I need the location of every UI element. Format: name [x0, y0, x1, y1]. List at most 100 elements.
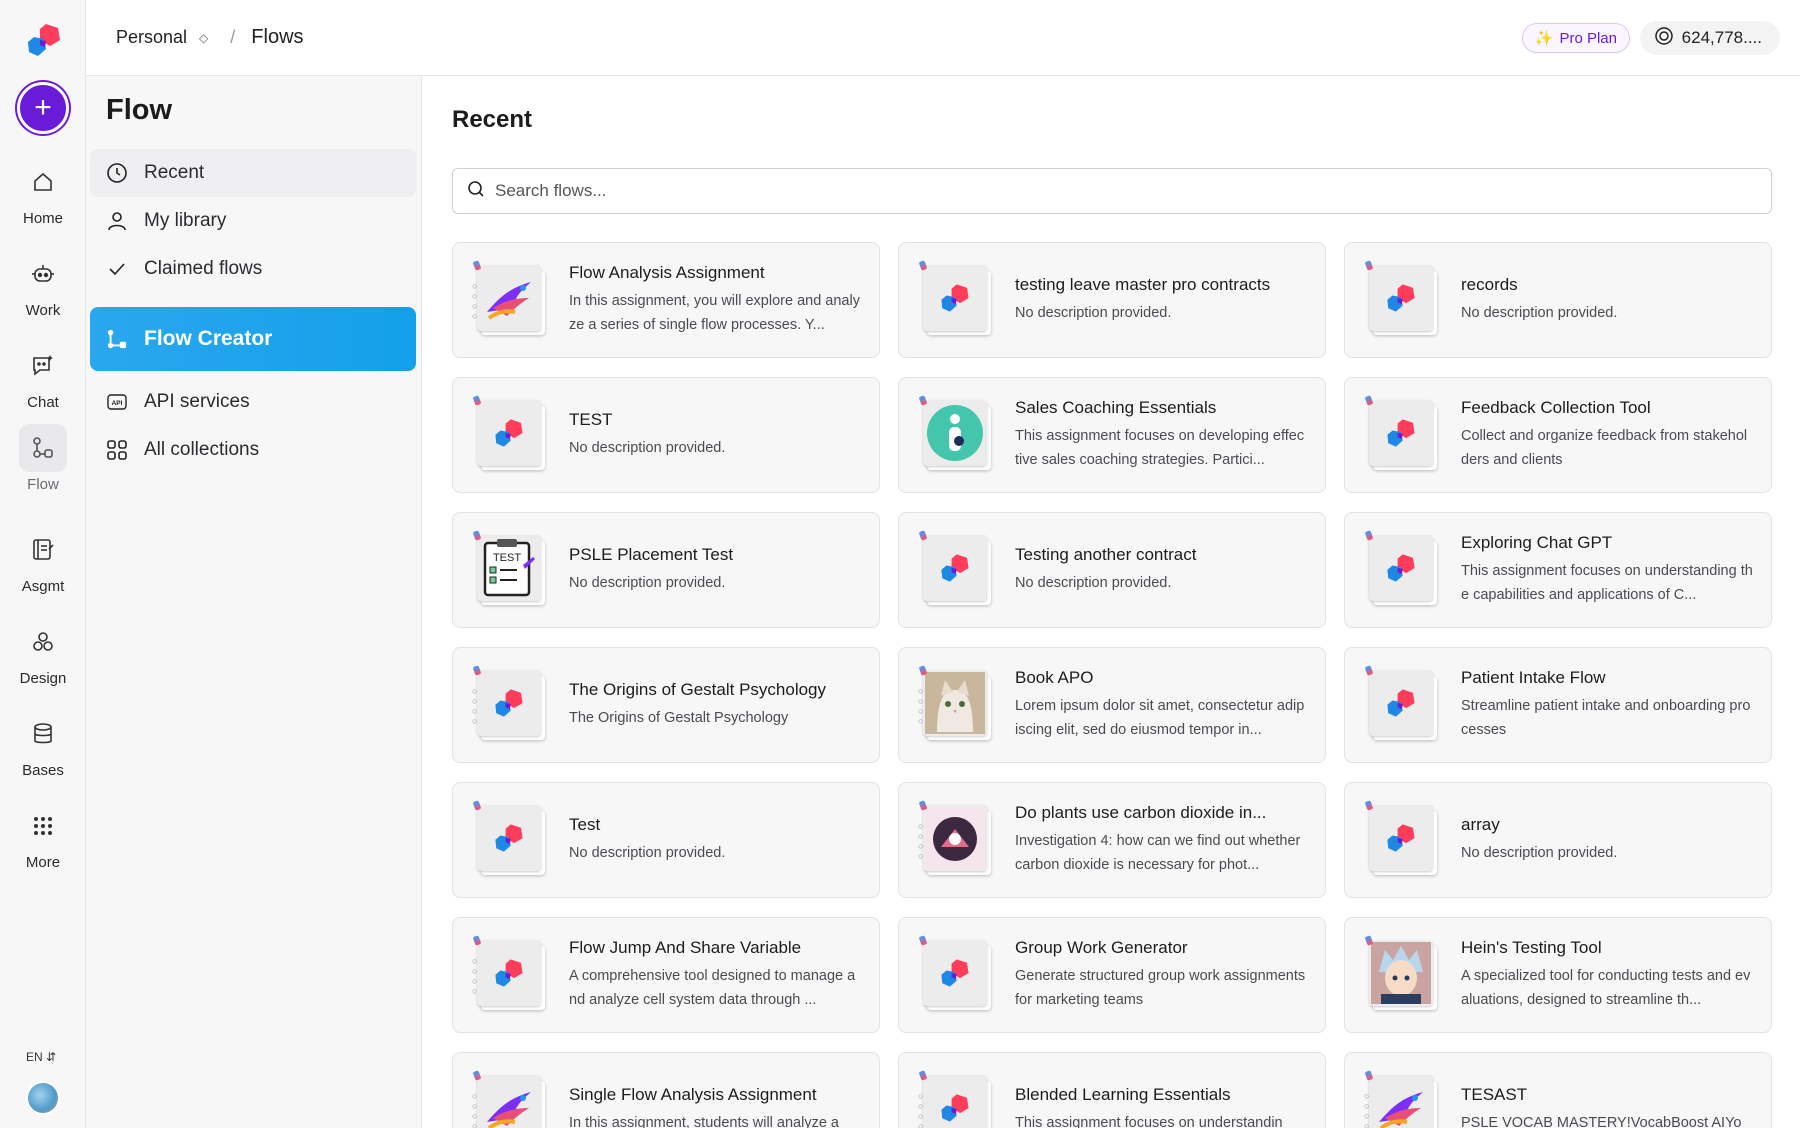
flow-card-description: Lorem ipsum dolor sit amet, consectetur … — [1015, 698, 1305, 738]
language-selector[interactable]: EN ⇵ — [26, 1050, 56, 1064]
flow-thumbnail: TEST — [472, 530, 545, 605]
rail-item-more[interactable]: More — [0, 802, 86, 871]
coin-icon — [1654, 26, 1674, 51]
flow-thumbnail: ○ ○ ○ ○ — [918, 1070, 991, 1128]
flow-thumbnail: ○ ○ ○ ○ — [472, 935, 545, 1010]
sidebar-item-api-services[interactable]: API API services — [90, 378, 416, 426]
rail-item-home[interactable]: Home — [0, 158, 86, 227]
flow-icon — [19, 424, 67, 472]
search-icon — [467, 180, 485, 203]
flow-thumbnail: ○ ○ ○ ○ — [472, 260, 545, 335]
flow-card[interactable]: Patient Intake Flow Streamline patient in… — [1344, 647, 1772, 763]
flow-card[interactable]: testing leave master pro contracts No des… — [898, 242, 1326, 358]
flow-card[interactable]: TEST PSLE Placement Test No description pr… — [452, 512, 880, 628]
binder-rings: ○ ○ ○ ○ — [1364, 1091, 1370, 1128]
left-rail: + Home Work Chat Flow Asgmt Design Bases… — [0, 0, 86, 1128]
rail-item-asgmt[interactable]: Asgmt — [0, 526, 86, 595]
updown-icon[interactable]: ◇ — [199, 31, 208, 45]
flow-card[interactable]: array No description provided. — [1344, 782, 1772, 898]
flow-card-description: A specialized tool for conducting tests … — [1461, 968, 1751, 1008]
check-icon — [106, 258, 128, 280]
home-icon — [19, 158, 67, 206]
flow-thumbnail: ○ ○ ○ ○ — [472, 1070, 545, 1128]
flow-card[interactable]: ○ ○ ○ ○ Do plants use carbon dioxide in... In… — [898, 782, 1326, 898]
api-icon: API — [106, 391, 128, 413]
flow-card-title: Exploring Chat GPT — [1461, 533, 1613, 552]
flow-card-description: In this assignment, students will analyz… — [569, 1115, 839, 1128]
breadcrumb-current: Flows — [251, 26, 304, 48]
flow-thumbnail — [918, 935, 991, 1010]
flow-card[interactable]: ○ ○ ○ ○ Single Flow Analysis Assignment In th… — [452, 1052, 880, 1128]
flow-card[interactable]: Feedback Collection Tool Collect and orga… — [1344, 377, 1772, 493]
flow-card-description: No description provided. — [1015, 305, 1172, 321]
flow-card-title: Sales Coaching Essentials — [1015, 398, 1217, 417]
sidebar-item-label: My library — [144, 210, 227, 231]
rail-label: Chat — [27, 394, 59, 411]
flow-card[interactable]: Test No description provided. — [452, 782, 880, 898]
flow-card-description: In this assignment, you will explore and… — [569, 293, 860, 333]
flow-card[interactable]: TEST No description provided. — [452, 377, 880, 493]
flow-thumbnail — [1364, 800, 1437, 875]
workspace-switcher[interactable]: Personal — [116, 27, 187, 48]
flow-thumbnail — [918, 530, 991, 605]
create-new-button[interactable]: + — [17, 82, 69, 134]
grid-dots-icon — [19, 802, 67, 850]
flow-thumbnail: ○ ○ ○ ○ — [1364, 1070, 1437, 1128]
flow-card[interactable]: ○ ○ ○ ○ Flow Analysis Assignment In this assi… — [452, 242, 880, 358]
sidebar-item-claimed-flows[interactable]: Claimed flows — [90, 245, 416, 293]
flow-card-title: Hein's Testing Tool — [1461, 938, 1602, 957]
flow-card-title: Single Flow Analysis Assignment — [569, 1085, 817, 1104]
svg-text:API: API — [112, 400, 123, 407]
flow-card-title: Flow Analysis Assignment — [569, 263, 765, 282]
database-icon — [19, 710, 67, 758]
flow-card-title: Group Work Generator — [1015, 938, 1188, 957]
breadcrumb-separator: / — [230, 27, 236, 47]
flow-card[interactable]: ○ ○ ○ ○ TESAST PSLE VOCAB MASTERY!VocabBoost … — [1344, 1052, 1772, 1128]
flow-card[interactable]: ○ ○ ○ ○ Book APO Lorem ipsum dolor sit amet, … — [898, 647, 1326, 763]
assignment-icon — [19, 526, 67, 574]
flow-card-description: A comprehensive tool designed to manage … — [569, 968, 856, 1008]
flow-card-title: The Origins of Gestalt Psychology — [569, 680, 827, 699]
rail-item-design[interactable]: Design — [0, 618, 86, 687]
flow-card[interactable]: ○ ○ ○ ○ Blended Learning Essentials This assi… — [898, 1052, 1326, 1128]
sidebar-item-all-collections[interactable]: All collections — [90, 426, 416, 474]
breadcrumb: Personal ◇ / Flows — [116, 26, 304, 49]
avatar[interactable] — [26, 1081, 60, 1115]
flow-card[interactable]: ○ ○ ○ ○ Flow Jump And Share Variable A compre… — [452, 917, 880, 1033]
flow-card[interactable]: ○ ○ ○ ○ The Origins of Gestalt Psychology The… — [452, 647, 880, 763]
credits-balance[interactable]: 624,778.... — [1639, 21, 1780, 55]
flow-card-description: Streamline patient intake and onboarding… — [1461, 698, 1751, 738]
flow-card-title: Blended Learning Essentials — [1015, 1085, 1231, 1104]
pro-plan-badge[interactable]: ✨ Pro Plan — [1521, 23, 1630, 53]
rail-item-chat[interactable]: Chat — [0, 342, 86, 411]
sidebar-item-my-library[interactable]: My library — [90, 197, 416, 245]
chat-icon — [19, 342, 67, 390]
flow-thumbnail — [472, 395, 545, 470]
flow-card[interactable]: Hein's Testing Tool A specialized tool fo… — [1344, 917, 1772, 1033]
rail-label: Asgmt — [21, 578, 65, 595]
flow-card[interactable]: Sales Coaching Essentials This assignment… — [898, 377, 1326, 493]
user-icon — [106, 210, 128, 232]
flow-thumbnail: ○ ○ ○ ○ — [472, 665, 545, 740]
flow-thumbnail — [1364, 260, 1437, 335]
rail-item-bases[interactable]: Bases — [0, 710, 86, 779]
main-content: Recent ○○○○ Flow Analysis Assignment In th… — [422, 76, 1800, 1128]
flow-thumbnail — [1364, 935, 1437, 1010]
flow-card-title: Book APO — [1015, 668, 1094, 687]
collections-icon — [106, 439, 128, 461]
flow-creator-icon — [106, 328, 128, 350]
flow-card[interactable]: records No description provided. — [1344, 242, 1772, 358]
sidebar-item-recent[interactable]: Recent — [90, 149, 416, 197]
flow-card[interactable]: Exploring Chat GPT This assignment focuse… — [1344, 512, 1772, 628]
binder-rings: ○ ○ ○ ○ — [472, 686, 478, 726]
flow-creator-button[interactable]: Flow Creator — [90, 307, 416, 371]
binder-rings: ○ ○ ○ ○ — [918, 686, 924, 726]
rail-item-flow[interactable]: Flow — [0, 424, 86, 493]
rail-item-work[interactable]: Work — [0, 250, 86, 319]
language-label: EN — [26, 1050, 43, 1064]
flow-card[interactable]: Group Work Generator Generate structured … — [898, 917, 1326, 1033]
search-input[interactable] — [495, 181, 1695, 201]
flow-card-description: PSLE VOCAB MASTERY!VocabBoost AIYo — [1461, 1115, 1742, 1128]
app-logo[interactable] — [24, 20, 64, 60]
flow-card[interactable]: Testing another contract No description p… — [898, 512, 1326, 628]
